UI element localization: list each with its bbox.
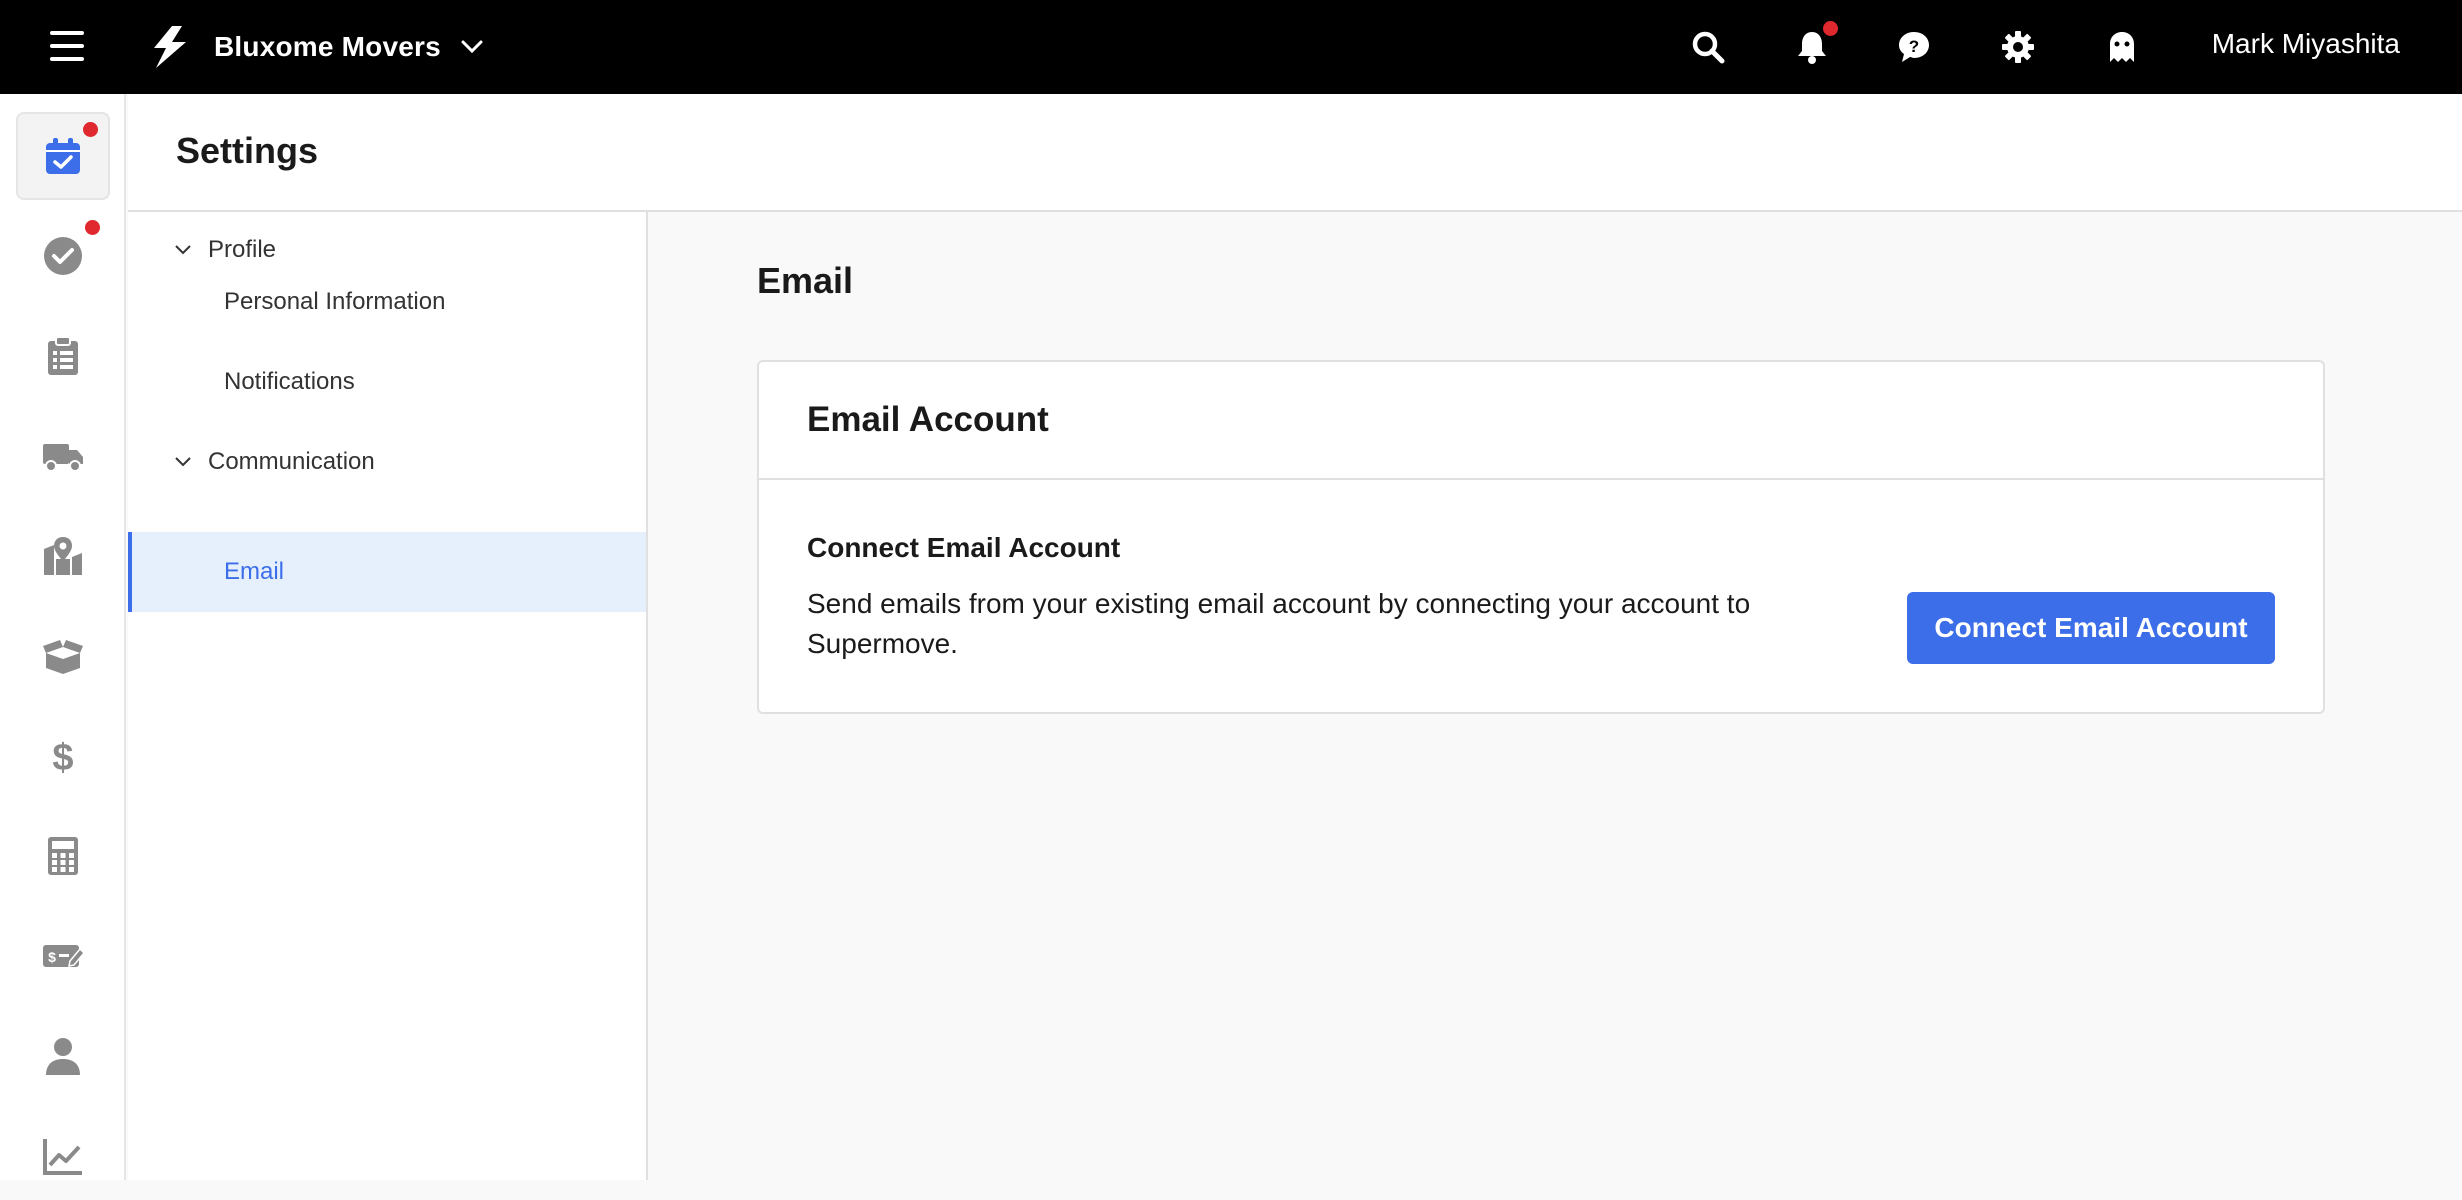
card-body: Connect Email Account Send emails from y… <box>759 480 2323 714</box>
rail-item-tasks[interactable] <box>16 212 110 300</box>
logo-icon <box>154 26 186 68</box>
search-icon[interactable] <box>1688 27 1728 67</box>
rail-item-customers[interactable] <box>16 1012 110 1100</box>
organization-name: Bluxome Movers <box>214 31 441 62</box>
rail-item-calendar[interactable] <box>16 112 110 200</box>
svg-text:?: ? <box>1909 37 1919 56</box>
organization-switcher[interactable]: Bluxome Movers <box>150 22 483 72</box>
box-open-icon <box>43 640 83 674</box>
calculator-icon <box>48 837 78 875</box>
notification-badge <box>85 220 100 235</box>
ghost-icon[interactable] <box>2102 27 2142 67</box>
svg-text:$: $ <box>52 737 73 777</box>
rail-item-payments[interactable]: $ <box>16 912 110 1000</box>
map-marker-icon <box>44 537 82 575</box>
nav-item-email[interactable]: Email <box>128 532 646 612</box>
user-icon <box>46 1038 80 1075</box>
email-account-card: Email Account Connect Email Account Send… <box>757 360 2325 714</box>
clipboard-list-icon <box>48 336 78 375</box>
truck-icon <box>43 444 83 472</box>
nav-group-label: Profile <box>208 236 277 263</box>
svg-text:$: $ <box>48 949 56 965</box>
money-check-edit-icon: $ <box>43 945 84 967</box>
gear-icon[interactable] <box>1998 27 2038 67</box>
settings-nav: Profile Personal Information Notificatio… <box>128 212 648 1180</box>
rail-item-storage[interactable] <box>16 612 110 700</box>
rail-item-calculator[interactable] <box>16 812 110 900</box>
chevron-down-icon <box>461 40 483 54</box>
notification-badge <box>83 122 98 137</box>
card-header: Email Account <box>759 362 2323 480</box>
connect-heading: Connect Email Account <box>807 532 1121 563</box>
top-bar: Bluxome Movers ? Mark Miyashita <box>0 0 2462 94</box>
rail-item-billing[interactable]: $ <box>16 712 110 800</box>
notification-badge <box>1823 21 1838 36</box>
user-name[interactable]: Mark Miyashita <box>2212 28 2400 60</box>
page-title: Settings <box>176 130 319 171</box>
rail-item-reports[interactable] <box>16 1112 110 1200</box>
chevron-down-icon <box>175 457 191 467</box>
app-sidebar: $ $ <box>0 94 126 1180</box>
page-header: Settings <box>128 94 2462 212</box>
rail-item-jobs[interactable] <box>16 312 110 400</box>
calendar-check-icon <box>46 138 80 174</box>
connect-email-account-button[interactable]: Connect Email Account <box>1907 592 2275 664</box>
section-title: Email <box>757 260 854 301</box>
bell-icon[interactable] <box>1792 21 1838 67</box>
rail-item-dispatch[interactable] <box>16 412 110 500</box>
chat-help-icon[interactable]: ? <box>1894 27 1934 67</box>
nav-group-label: Communication <box>208 448 375 475</box>
dollar-icon: $ <box>52 737 73 777</box>
nav-item-personal-information[interactable]: Personal Information <box>128 262 646 342</box>
chevron-down-icon <box>175 245 191 255</box>
nav-group-communication[interactable]: Communication <box>128 434 646 490</box>
connect-description: Send emails from your existing email acc… <box>807 588 1751 659</box>
check-circle-icon <box>44 237 82 275</box>
menu-icon[interactable] <box>50 31 84 61</box>
nav-item-notifications[interactable]: Notifications <box>128 342 646 422</box>
chart-line-icon <box>43 1139 82 1175</box>
rail-item-map[interactable] <box>16 512 110 600</box>
card-title: Email Account <box>807 400 1049 439</box>
